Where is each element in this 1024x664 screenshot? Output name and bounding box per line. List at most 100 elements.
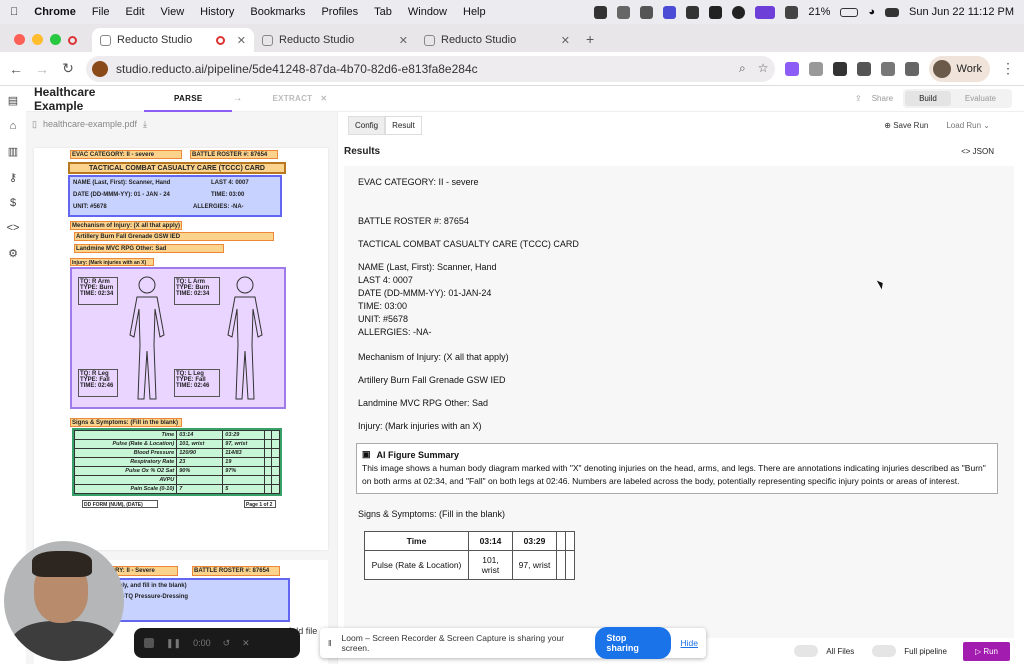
tab-pinned[interactable] bbox=[62, 28, 92, 52]
status-app-icon[interactable] bbox=[640, 5, 654, 19]
all-files-toggle[interactable] bbox=[794, 645, 819, 657]
extensions-puzzle-icon[interactable] bbox=[856, 61, 871, 76]
close-tab-icon[interactable]: ✕ bbox=[561, 34, 570, 47]
menu-file[interactable]: File bbox=[92, 6, 110, 18]
chart-icon[interactable]: ▥ bbox=[8, 145, 18, 158]
share-message: Loom – Screen Recorder & Screen Capture … bbox=[341, 633, 565, 653]
menubar-datetime[interactable]: Sun Jun 22 11:12 PM bbox=[909, 6, 1014, 18]
macos-menubar:  Chrome File Edit View History Bookmark… bbox=[0, 0, 1024, 24]
close-window-button[interactable] bbox=[14, 34, 25, 45]
body-back-diagram bbox=[227, 276, 263, 400]
delete-icon[interactable]: ✕ bbox=[242, 638, 250, 649]
mechanism-row-1: Artillery Burn Fall Grenade GSW IED bbox=[74, 232, 274, 241]
status-app-icon[interactable] bbox=[617, 5, 631, 19]
mode-build[interactable]: Build bbox=[905, 91, 951, 106]
settings-gear-icon[interactable]: ⚙ bbox=[8, 247, 18, 260]
restart-icon[interactable]: ↺ bbox=[223, 638, 231, 649]
browser-tab-2[interactable]: Reducto Studio ✕ bbox=[254, 28, 416, 52]
code-icon[interactable]: <> bbox=[7, 222, 20, 234]
new-tab-icon[interactable]: + bbox=[578, 31, 594, 52]
bookmark-star-icon[interactable]: ☆ bbox=[758, 61, 769, 76]
menu-edit[interactable]: Edit bbox=[126, 6, 145, 18]
menu-profiles[interactable]: Profiles bbox=[321, 6, 358, 18]
menu-view[interactable]: View bbox=[161, 6, 185, 18]
battery-icon[interactable] bbox=[840, 7, 859, 17]
mode-evaluate[interactable]: Evaluate bbox=[951, 91, 1010, 106]
menu-app-name[interactable]: Chrome bbox=[34, 6, 76, 18]
tab-favicon bbox=[100, 34, 111, 46]
site-info-icon[interactable] bbox=[92, 60, 108, 77]
stop-sharing-button[interactable]: Stop sharing bbox=[595, 627, 671, 659]
table-cell bbox=[263, 448, 273, 458]
status-app-icon[interactable] bbox=[686, 5, 700, 19]
key-icon[interactable]: ⚷ bbox=[9, 171, 17, 184]
dollar-icon[interactable]: $ bbox=[10, 197, 16, 209]
share-button[interactable]: Share bbox=[872, 94, 893, 103]
extension-icon[interactable] bbox=[832, 61, 847, 76]
status-app-icon[interactable] bbox=[709, 5, 723, 19]
load-run-button[interactable]: Load Run ⌄ bbox=[946, 121, 990, 130]
profile-chip[interactable]: Work bbox=[928, 55, 990, 82]
tab-result[interactable]: Result bbox=[385, 115, 422, 135]
screen-share-icon[interactable] bbox=[755, 5, 776, 19]
zoom-window-button[interactable] bbox=[50, 34, 61, 45]
menu-window[interactable]: Window bbox=[408, 6, 447, 18]
zoom-icon[interactable]: ⌕ bbox=[739, 61, 746, 76]
close-tab-icon[interactable]: ✕ bbox=[399, 34, 408, 47]
status-app-icon[interactable] bbox=[663, 5, 677, 19]
table-cell: 101, wrist bbox=[468, 550, 513, 580]
tab-search-icon[interactable] bbox=[880, 61, 895, 76]
tab-title: Reducto Studio bbox=[117, 34, 193, 46]
step-parse[interactable]: PARSE bbox=[143, 94, 234, 112]
result-line: NAME (Last, First): Scanner, Hand bbox=[358, 262, 497, 272]
control-center-icon[interactable] bbox=[885, 7, 900, 17]
forward-icon[interactable]: → bbox=[34, 61, 50, 77]
apple-menu-icon[interactable]:  bbox=[10, 6, 18, 18]
chrome-window: Reducto Studio ✕ Reducto Studio ✕ Reduct… bbox=[0, 24, 1024, 664]
body-front-diagram bbox=[129, 276, 165, 400]
download-icon[interactable] bbox=[904, 61, 919, 76]
drag-handle-icon[interactable]: ‖ bbox=[328, 638, 332, 648]
home-icon[interactable]: ⌂ bbox=[10, 120, 17, 132]
table-row: AVPU bbox=[73, 475, 280, 485]
pause-icon[interactable]: ❚❚ bbox=[166, 638, 181, 649]
file-icon: ▯ bbox=[32, 118, 37, 129]
status-app-icon[interactable] bbox=[732, 5, 746, 19]
tab-config[interactable]: Config bbox=[348, 115, 386, 135]
close-tab-icon[interactable]: ✕ bbox=[237, 34, 246, 47]
more-menu-icon[interactable]: ⋮ bbox=[1000, 60, 1016, 77]
hide-notice-link[interactable]: Hide bbox=[681, 638, 698, 648]
sidebar-toggle-icon[interactable]: ▤ bbox=[8, 94, 18, 107]
run-button[interactable]: ▷ Run bbox=[962, 641, 1010, 661]
reload-icon[interactable]: ↻ bbox=[60, 60, 76, 77]
address-bar[interactable]: studio.reducto.ai/pipeline/5de41248-87da… bbox=[86, 55, 775, 82]
url-text[interactable]: studio.reducto.ai/pipeline/5de41248-87da… bbox=[116, 62, 478, 76]
signs-label: Signs & Symptoms: (Fill in the blank) bbox=[70, 418, 182, 427]
extension-icon[interactable] bbox=[808, 61, 823, 76]
menu-tab[interactable]: Tab bbox=[374, 6, 392, 18]
browser-tab-3[interactable]: Reducto Studio ✕ bbox=[416, 28, 578, 52]
table-cell: 03:29 bbox=[222, 430, 265, 440]
save-run-button[interactable]: ⊕ Save Run bbox=[884, 121, 928, 130]
status-app-icon[interactable] bbox=[785, 5, 799, 19]
browser-tab-1[interactable]: Reducto Studio ✕ bbox=[92, 28, 254, 52]
extension-icon[interactable] bbox=[784, 61, 799, 76]
full-pipeline-toggle[interactable] bbox=[872, 645, 897, 657]
menu-help[interactable]: Help bbox=[463, 6, 486, 18]
stop-recording-icon[interactable] bbox=[144, 638, 154, 648]
table-cell: Blood Pressure bbox=[73, 448, 178, 458]
status-app-icon[interactable] bbox=[594, 5, 608, 19]
wifi-icon[interactable]: ◕ bbox=[868, 6, 875, 18]
share-icon[interactable]: ⇪ bbox=[855, 94, 862, 103]
download-file-icon[interactable]: ⤓ bbox=[143, 119, 147, 130]
minimize-window-button[interactable] bbox=[32, 34, 43, 45]
step-extract[interactable]: EXTRACT bbox=[272, 94, 312, 103]
table-cell bbox=[263, 484, 273, 494]
menu-history[interactable]: History bbox=[200, 6, 234, 18]
back-icon[interactable]: ← bbox=[8, 61, 24, 77]
json-toggle[interactable]: <> JSON bbox=[961, 147, 994, 156]
remove-step-icon[interactable]: ✕ bbox=[320, 94, 327, 103]
battle-roster-box: BATTLE ROSTER #: 87654 bbox=[190, 150, 278, 159]
webcam-bubble[interactable] bbox=[4, 541, 124, 661]
menu-bookmarks[interactable]: Bookmarks bbox=[250, 6, 305, 18]
